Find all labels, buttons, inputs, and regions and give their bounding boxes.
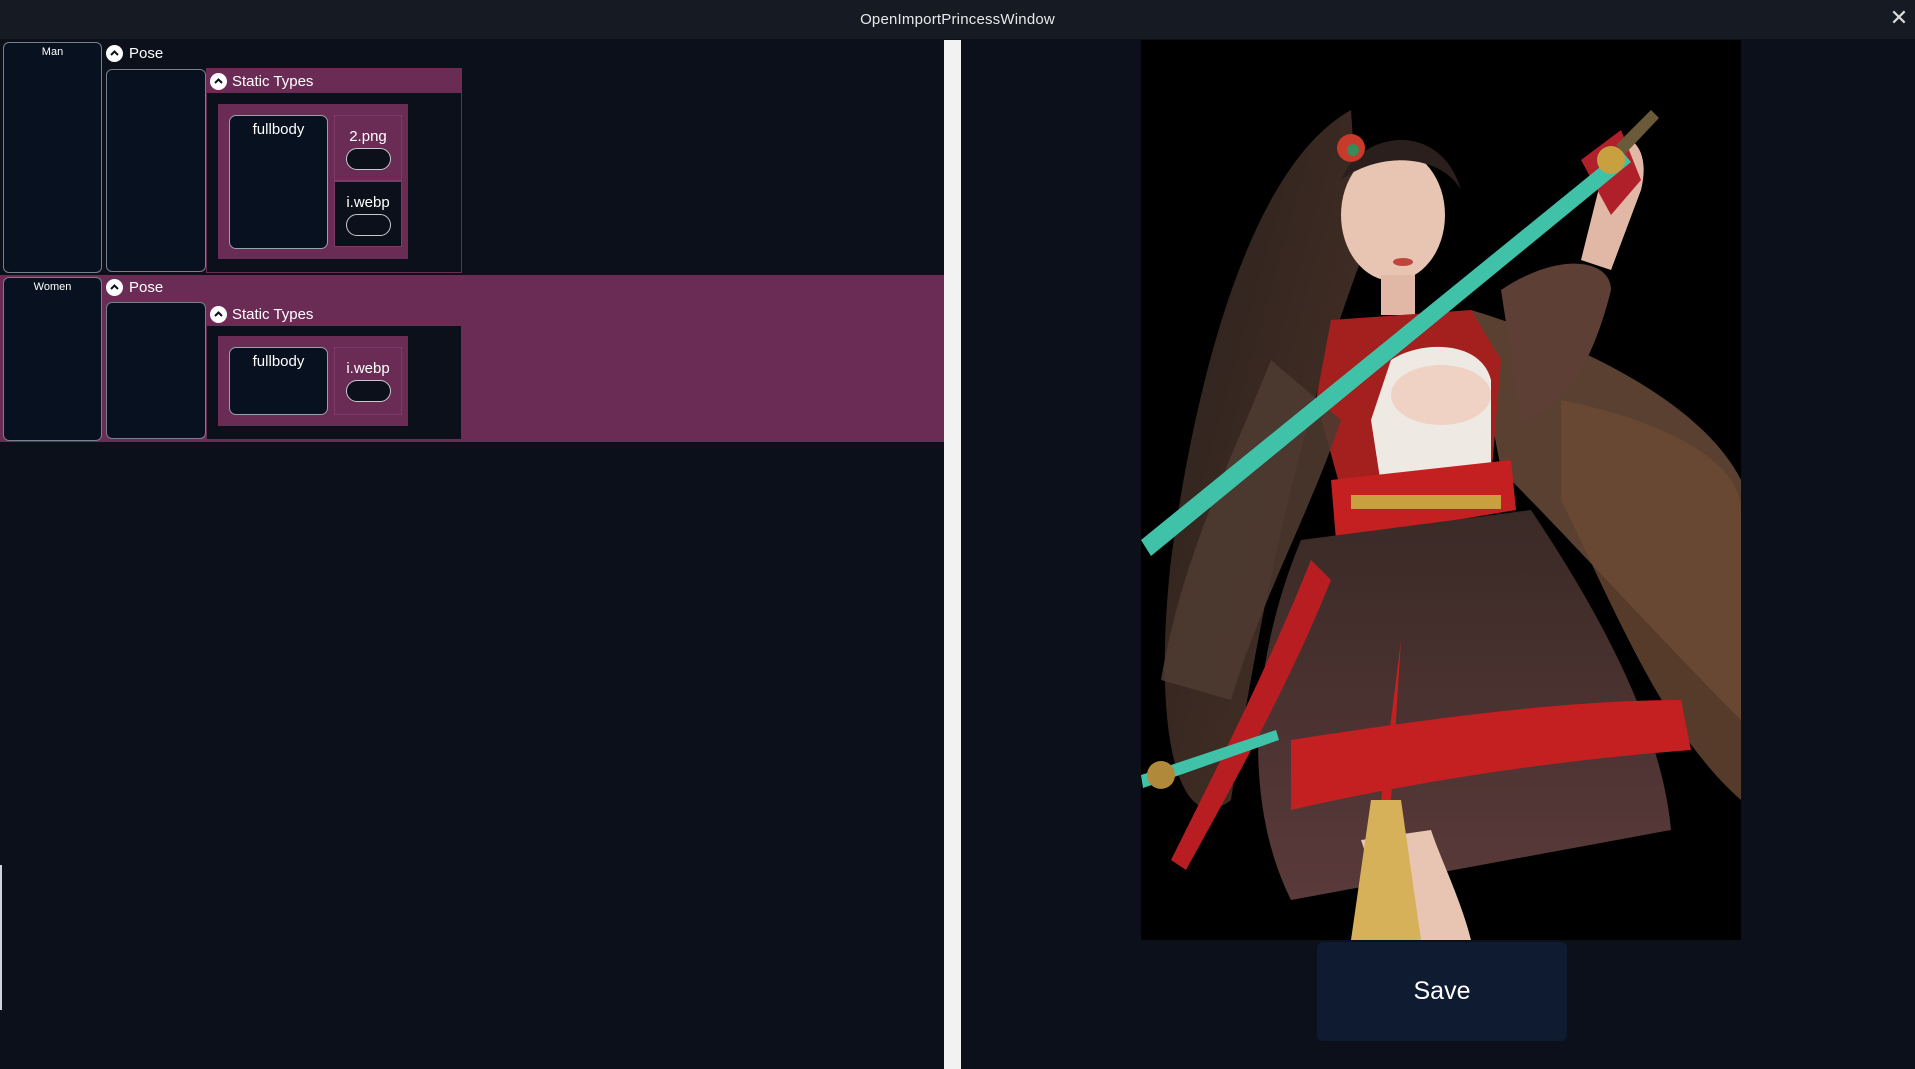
pose-toggle[interactable]: Pose: [106, 279, 163, 296]
file-label: i.webp: [346, 194, 390, 211]
chevron-up-icon[interactable]: [210, 305, 227, 323]
preview-panel: Save: [961, 40, 1915, 1069]
folder-container: fullbody 2.png i.webp: [218, 104, 408, 259]
pose-label: Pose: [129, 45, 164, 62]
folder-container: fullbody i.webp: [218, 336, 408, 426]
file-label: i.webp: [346, 360, 390, 377]
pose-card[interactable]: [106, 69, 206, 272]
category-group-women: Women Pose Static Types fullbody i.webp: [0, 275, 944, 442]
static-types-label: Static Types: [232, 305, 314, 323]
category-tree-panel: Man Pose Static Types fullbody 2.png i.w…: [0, 40, 944, 1069]
static-types-panel: Static Types fullbody 2.png i.webp: [206, 68, 462, 273]
pose-label: Pose: [129, 279, 164, 296]
title-bar: OpenImportPrincessWindow ✕: [0, 0, 1915, 39]
splitter[interactable]: [944, 40, 961, 1069]
folder-card-fullbody[interactable]: fullbody: [229, 347, 328, 415]
folder-label: fullbody: [252, 121, 305, 138]
static-types-panel: Static Types fullbody i.webp: [206, 301, 462, 440]
pose-toggle[interactable]: Pose: [106, 45, 163, 62]
file-item[interactable]: 2.png: [334, 115, 402, 181]
file-toggle[interactable]: [345, 214, 391, 236]
static-types-toggle[interactable]: Static Types: [207, 69, 461, 93]
folder-card-fullbody[interactable]: fullbody: [229, 115, 328, 249]
chevron-up-icon[interactable]: [106, 279, 123, 296]
file-toggle[interactable]: [345, 380, 391, 402]
panel-edge-marker: [0, 865, 2, 1010]
chevron-up-icon[interactable]: [106, 45, 123, 62]
file-toggle[interactable]: [345, 148, 391, 170]
window-title: OpenImportPrincessWindow: [860, 11, 1055, 28]
close-icon[interactable]: ✕: [1887, 6, 1911, 30]
pose-card[interactable]: [106, 302, 206, 439]
category-card-women[interactable]: Women: [3, 277, 102, 441]
file-item[interactable]: i.webp: [334, 347, 402, 415]
category-card-man[interactable]: Man: [3, 42, 102, 273]
category-group-man: Man Pose Static Types fullbody 2.png i.w…: [0, 40, 944, 273]
category-label: Man: [41, 46, 64, 58]
static-types-label: Static Types: [232, 72, 314, 90]
save-button[interactable]: Save: [1317, 942, 1567, 1041]
chevron-up-icon[interactable]: [210, 72, 227, 90]
file-label: 2.png: [349, 128, 387, 145]
static-types-toggle[interactable]: Static Types: [207, 302, 461, 326]
file-item[interactable]: i.webp: [334, 181, 402, 247]
preview-image: [1141, 40, 1741, 940]
category-label: Women: [33, 281, 72, 293]
folder-label: fullbody: [252, 353, 305, 370]
